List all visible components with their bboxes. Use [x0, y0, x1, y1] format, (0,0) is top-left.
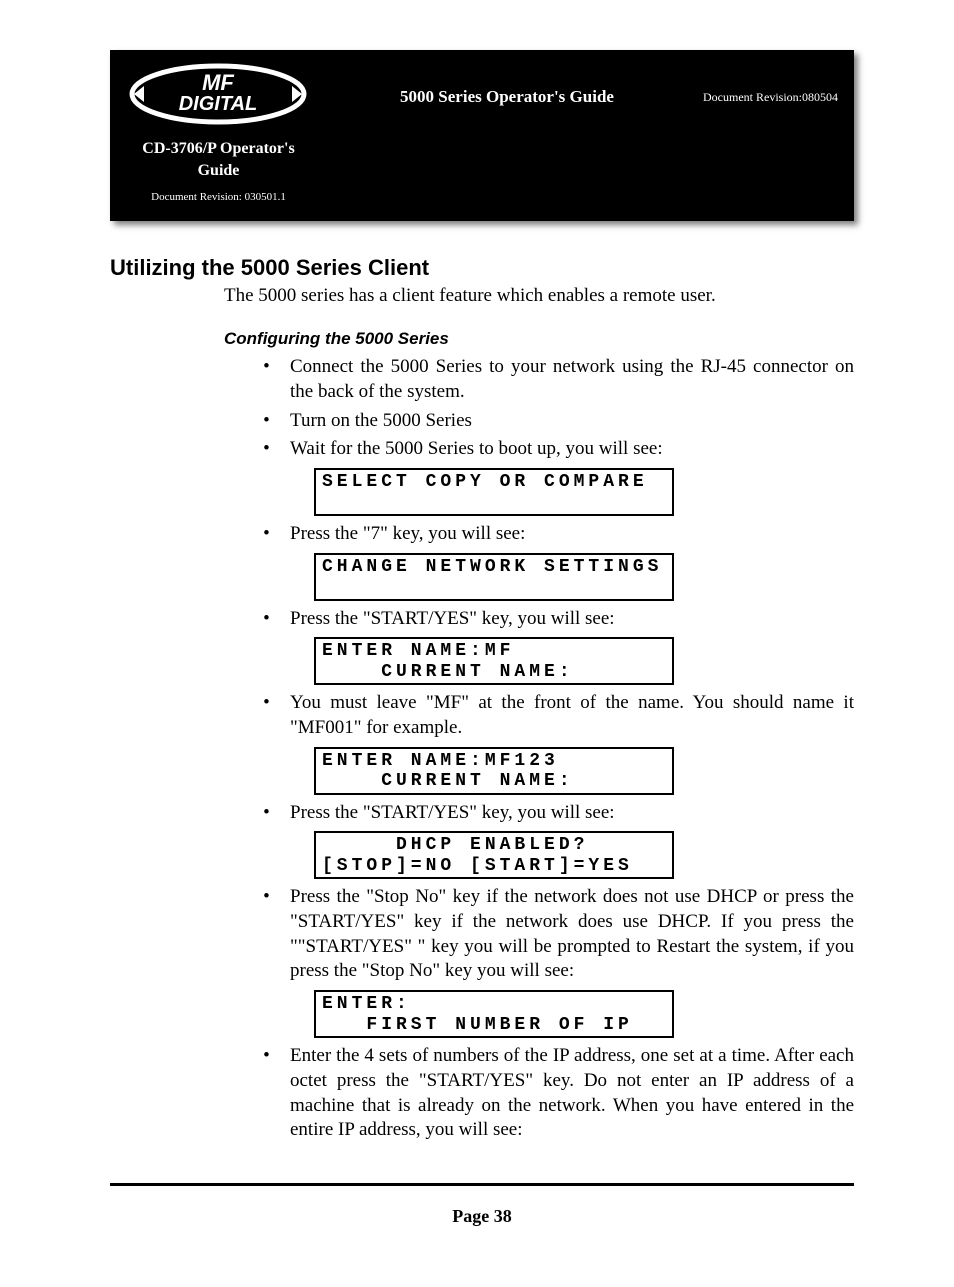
content-body: Utilizing the 5000 Series Client The 500… — [110, 255, 854, 1143]
step-text: Wait for the 5000 Series to boot up, you… — [290, 438, 663, 459]
logo-text-top: MF — [202, 70, 234, 95]
lcd-display: ENTER NAME:MF CURRENT NAME: — [314, 637, 674, 685]
lcd-display: DHCP ENABLED? [STOP]=NO [START]=YES — [314, 831, 674, 879]
section-heading: Utilizing the 5000 Series Client — [110, 255, 854, 281]
header-title: 5000 Series Operator's Guide — [331, 87, 683, 107]
lcd-display: SELECT COPY OR COMPARE — [314, 468, 674, 516]
lcd-display: ENTER NAME:MF123 CURRENT NAME: — [314, 747, 674, 795]
lcd-display: CHANGE NETWORK SETTINGS — [314, 553, 674, 601]
step-text: Press the "START/YES" key, you will see: — [290, 802, 615, 823]
step-text: You must leave "MF" at the front of the … — [290, 692, 854, 738]
step-text: Press the "7" key, you will see: — [290, 523, 525, 544]
step-item: Enter the 4 sets of numbers of the IP ad… — [284, 1044, 854, 1143]
header-sub-title: CD-3706/P Operator's Guide — [126, 138, 311, 181]
logo-wrap: MF DIGITAL — [126, 62, 311, 132]
step-text: Press the "Stop No" key if the network d… — [290, 886, 854, 981]
step-item: Turn on the 5000 Series — [284, 409, 854, 434]
header-sub-rev: Document Revision: 030501.1 — [126, 191, 311, 203]
document-page: MF DIGITAL 5000 Series Operator's Guide … — [0, 0, 954, 1287]
logo-text-bottom: DIGITAL — [179, 93, 258, 115]
header-doc-rev: Document Revision:080504 — [703, 90, 838, 105]
step-item: Press the "START/YES" key, you will see:… — [284, 801, 854, 880]
step-text: Turn on the 5000 Series — [290, 410, 472, 431]
footer-rule — [110, 1183, 854, 1186]
mf-digital-logo: MF DIGITAL — [126, 62, 311, 127]
steps-list: Connect the 5000 Series to your network … — [262, 355, 854, 1143]
header-sub-block: CD-3706/P Operator's Guide Document Revi… — [126, 138, 311, 203]
section-intro: The 5000 series has a client feature whi… — [224, 285, 854, 307]
step-text: Connect the 5000 Series to your network … — [290, 356, 854, 402]
lcd-display: ENTER: FIRST NUMBER OF IP — [314, 990, 674, 1038]
step-item: You must leave "MF" at the front of the … — [284, 691, 854, 794]
step-item: Press the "Stop No" key if the network d… — [284, 885, 854, 1038]
step-item: Press the "7" key, you will see: CHANGE … — [284, 522, 854, 601]
step-text: Press the "START/YES" key, you will see: — [290, 608, 615, 629]
section-subheading: Configuring the 5000 Series — [224, 329, 854, 349]
header-row: MF DIGITAL 5000 Series Operator's Guide … — [126, 62, 838, 132]
page-number: Page 38 — [110, 1206, 854, 1227]
step-item: Connect the 5000 Series to your network … — [284, 355, 854, 404]
step-item: Wait for the 5000 Series to boot up, you… — [284, 437, 854, 516]
header-banner: MF DIGITAL 5000 Series Operator's Guide … — [110, 50, 854, 221]
step-text: Enter the 4 sets of numbers of the IP ad… — [290, 1045, 854, 1140]
step-item: Press the "START/YES" key, you will see:… — [284, 607, 854, 686]
